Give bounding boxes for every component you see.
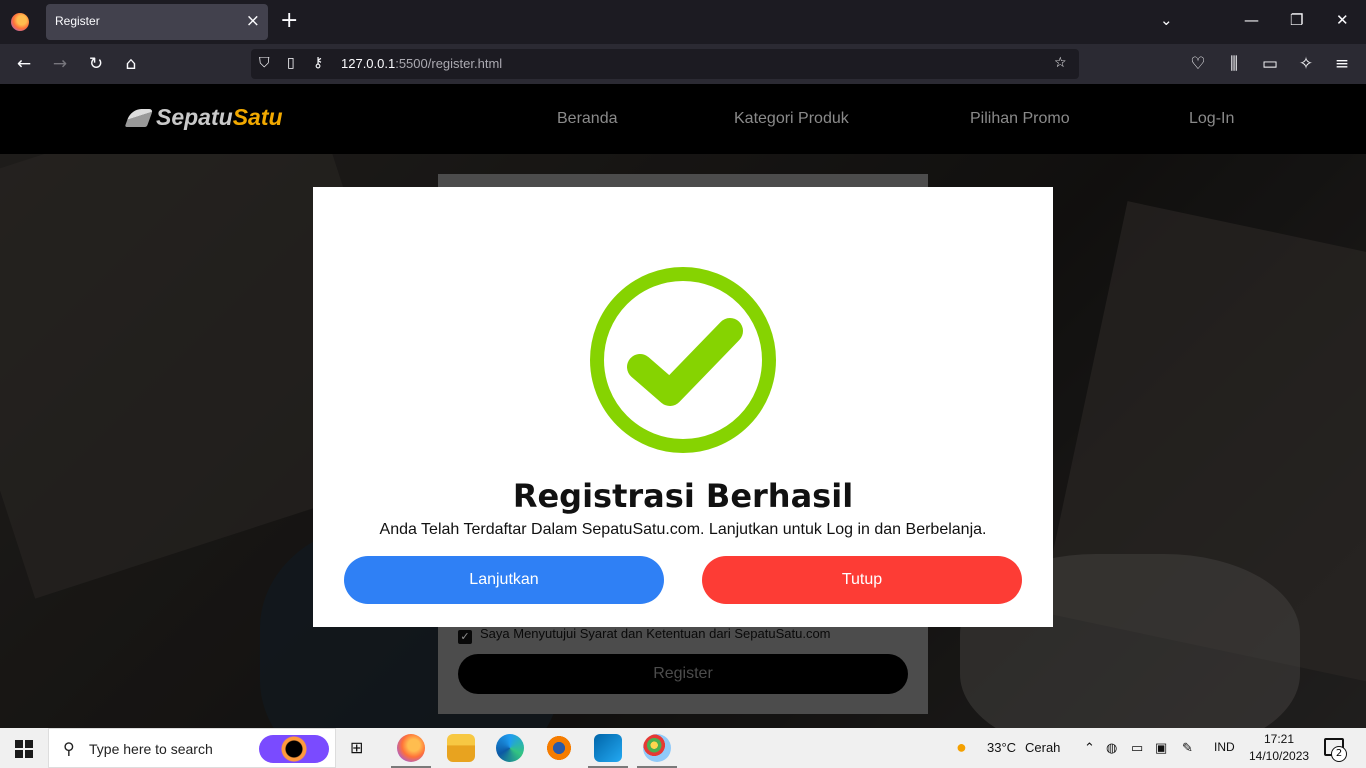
- weather-temp[interactable]: 33°C: [987, 740, 1016, 755]
- vscode-icon[interactable]: [588, 734, 628, 768]
- page-icon[interactable]: ▯: [287, 55, 295, 71]
- url-text[interactable]: 127.0.0.1:5500/register.html: [341, 56, 502, 71]
- blender-icon[interactable]: [545, 734, 573, 762]
- forward-icon[interactable]: →: [48, 52, 72, 76]
- network-icon[interactable]: ◍: [1106, 740, 1117, 756]
- weather-icon[interactable]: ●: [956, 737, 967, 758]
- clock[interactable]: 17:21 14/10/2023: [1249, 731, 1309, 765]
- clock-time: 17:21: [1263, 732, 1295, 746]
- reload-icon[interactable]: ↻: [84, 52, 108, 76]
- back-icon[interactable]: ←: [12, 52, 36, 76]
- edge-icon[interactable]: [496, 734, 524, 762]
- firefox-icon[interactable]: [11, 13, 29, 31]
- windows-start-icon[interactable]: [15, 740, 33, 758]
- menu-beranda[interactable]: Beranda: [557, 110, 618, 128]
- list-tabs-icon[interactable]: ⌄: [1160, 11, 1173, 29]
- modal-title: Registrasi Berhasil: [512, 477, 854, 515]
- paint-icon[interactable]: [637, 734, 677, 768]
- firefox-taskbar-icon[interactable]: [391, 734, 431, 768]
- battery-icon[interactable]: ▭: [1131, 740, 1143, 756]
- extensions-icon[interactable]: ✧: [1294, 52, 1318, 76]
- home-icon[interactable]: ⌂: [119, 52, 143, 76]
- clock-date: 14/10/2023: [1249, 749, 1310, 763]
- new-tab-icon[interactable]: +: [280, 9, 298, 33]
- success-modal: Registrasi Berhasil Anda Telah Terdaftar…: [313, 187, 1053, 627]
- display-icon[interactable]: ▣: [1155, 740, 1167, 756]
- search-placeholder: Type here to search: [89, 741, 213, 757]
- close-button[interactable]: Tutup: [702, 556, 1022, 604]
- shoe-logo-icon: [124, 109, 154, 127]
- menu-kategori-produk[interactable]: Kategori Produk: [734, 110, 849, 128]
- pocket-icon[interactable]: ♡: [1186, 52, 1210, 76]
- browser-tab-bar: Register × + ⌄ — ❐ ✕: [0, 0, 1366, 44]
- tab-close-icon[interactable]: ×: [246, 11, 260, 31]
- bookmark-star-icon[interactable]: ☆: [1054, 55, 1067, 71]
- pen-icon[interactable]: ✎: [1182, 740, 1193, 756]
- key-icon[interactable]: ⚷: [313, 55, 323, 71]
- task-view-icon[interactable]: ⊞: [350, 738, 363, 758]
- continue-button[interactable]: Lanjutkan: [344, 556, 664, 604]
- search-icon: ⚲: [63, 739, 75, 758]
- site-header: SepatuSatu Beranda Kategori Produk Pilih…: [0, 84, 1366, 154]
- library-icon[interactable]: ⫼: [1222, 52, 1246, 76]
- success-check-icon: [590, 267, 776, 453]
- menu-pilihan-promo[interactable]: Pilihan Promo: [970, 110, 1070, 128]
- language-indicator[interactable]: IND: [1214, 740, 1235, 754]
- site-logo[interactable]: SepatuSatu: [124, 104, 283, 131]
- search-highlight-image: [259, 735, 329, 763]
- shield-icon[interactable]: ⛉: [259, 55, 270, 71]
- menu-icon[interactable]: ≡: [1330, 52, 1354, 76]
- sidebar-icon[interactable]: ▭: [1258, 52, 1282, 76]
- restore-icon[interactable]: ❐: [1290, 11, 1303, 29]
- tab-register[interactable]: Register ×: [46, 4, 268, 40]
- taskbar-search[interactable]: ⚲ Type here to search: [48, 728, 336, 768]
- tray-chevron-icon[interactable]: ⌃: [1084, 740, 1095, 756]
- file-explorer-icon[interactable]: [447, 734, 475, 762]
- window-close-icon[interactable]: ✕: [1336, 11, 1349, 29]
- notification-count: 2: [1331, 746, 1347, 762]
- modal-message: Anda Telah Terdaftar Dalam SepatuSatu.co…: [379, 521, 987, 538]
- browser-nav-bar: ← → ↻ ⌂ ⛉ ▯ ⚷ 127.0.0.1:5500/register.ht…: [0, 44, 1366, 84]
- windows-taskbar: ⚲ Type here to search ⊞ ● 33°C Cerah ⌃ ◍…: [0, 728, 1366, 768]
- tab-title: Register: [55, 14, 100, 28]
- minimize-icon[interactable]: —: [1244, 11, 1259, 29]
- url-bar[interactable]: ⛉ ▯ ⚷ 127.0.0.1:5500/register.html ☆: [251, 49, 1079, 79]
- menu-login[interactable]: Log-In: [1189, 110, 1234, 128]
- weather-desc[interactable]: Cerah: [1025, 740, 1060, 755]
- web-page: ✓ Saya Menyutujui Syarat dan Ketentuan da…: [0, 84, 1366, 728]
